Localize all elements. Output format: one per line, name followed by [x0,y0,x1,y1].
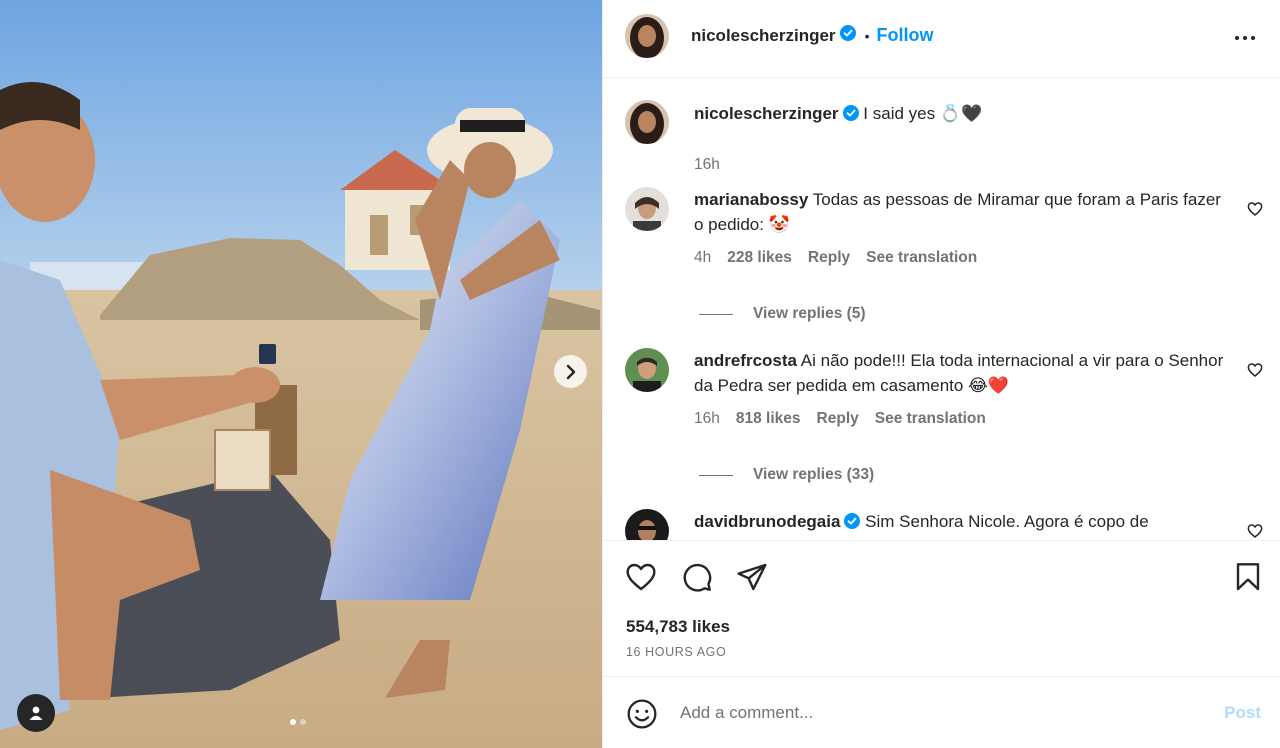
heart-icon [1247,202,1263,216]
post-actions: 554,783 likes 16 HOURS AGO [603,540,1280,676]
see-translation-button[interactable]: See translation [875,410,986,428]
comment-meta: 4h 228 likes Reply See translation [694,249,977,267]
heart-icon [1247,524,1263,538]
comment-time[interactable]: 4h [694,249,711,267]
tagged-users-button[interactable] [17,694,55,732]
user-tag-icon [29,706,43,720]
view-replies-label: View replies (5) [753,305,866,322]
comment-icon [683,563,712,592]
emoji-icon [627,699,657,729]
post-media[interactable] [0,0,602,748]
like-comment-button[interactable] [1247,362,1263,383]
comment-username[interactable]: davidbrunodegaia [694,512,840,531]
comment-time[interactable]: 16h [694,410,720,428]
reply-button[interactable]: Reply [817,410,859,428]
slide-dot [300,719,306,725]
comment-username[interactable]: marianabossy [694,190,808,209]
emoji-button[interactable] [626,698,658,735]
like-comment-button[interactable] [1247,523,1263,540]
caption-username[interactable]: nicolescherzinger [694,104,839,123]
comment-button[interactable] [681,561,713,598]
heart-icon [626,563,656,591]
commenter-avatar[interactable] [625,187,669,231]
share-icon [737,563,767,591]
verified-icon [844,511,861,536]
comment-input[interactable] [680,699,1200,727]
chevron-right-icon [566,364,575,379]
post-header: nicolescherzinger • Follow [603,0,1280,78]
see-translation-button[interactable]: See translation [866,249,977,267]
verified-icon [842,103,859,128]
comment-body: andrefrcosta Ai não pode!!! Ela toda int… [694,348,1224,398]
comment-username[interactable]: andrefrcosta [694,351,797,370]
replies-divider [699,474,733,476]
slide-dot-active [290,719,296,725]
comments-list[interactable]: nicolescherzinger I said yes 💍🖤 16h mari… [603,79,1280,540]
bookmark-icon [1236,563,1260,591]
comment-body: davidbrunodegaia Sim Senhora Nicole. Ago… [694,509,1224,536]
comment-text: Sim Senhora Nicole. Agora é copo de [865,512,1149,531]
post-sidebar: nicolescherzinger • Follow nicolescherzi… [602,0,1280,748]
view-replies-button[interactable]: View replies (5) [699,305,866,323]
verified-icon [839,25,856,46]
caption-time[interactable]: 16h [694,156,720,174]
likes-count[interactable]: 554,783 likes [626,617,730,637]
comment-composer: Post [603,676,1280,748]
commenter-avatar[interactable] [625,509,669,540]
next-slide-button[interactable] [554,355,587,388]
comment-body: marianabossy Todas as pessoas de Miramar… [694,187,1224,237]
more-options-button[interactable] [1233,26,1257,55]
more-options-icon [1235,36,1255,40]
like-button[interactable] [625,561,657,598]
caption-meta: 16h [694,156,720,174]
view-replies-button[interactable]: View replies (33) [699,466,874,484]
post-photo [0,0,602,748]
comment-meta: 16h 818 likes Reply See translation [694,410,986,428]
author-username[interactable]: nicolescherzinger [691,26,836,46]
post-comment-button[interactable]: Post [1224,703,1261,723]
like-comment-button[interactable] [1247,201,1263,222]
post-timestamp[interactable]: 16 HOURS AGO [626,645,726,659]
author-avatar[interactable] [625,100,669,144]
header-separator: • [864,27,870,44]
author-avatar[interactable] [625,14,669,58]
slide-indicator [290,719,306,725]
replies-divider [699,313,733,315]
heart-icon [1247,363,1263,377]
commenter-avatar[interactable] [625,348,669,392]
share-button[interactable] [736,561,768,598]
comment-likes[interactable]: 228 likes [727,249,792,267]
caption-text: I said yes 💍🖤 [863,104,983,123]
caption-body: nicolescherzinger I said yes 💍🖤 [694,101,1224,128]
reply-button[interactable]: Reply [808,249,850,267]
follow-button[interactable]: Follow [876,25,933,46]
comment-likes[interactable]: 818 likes [736,410,801,428]
save-button[interactable] [1232,561,1264,598]
view-replies-label: View replies (33) [753,466,875,483]
